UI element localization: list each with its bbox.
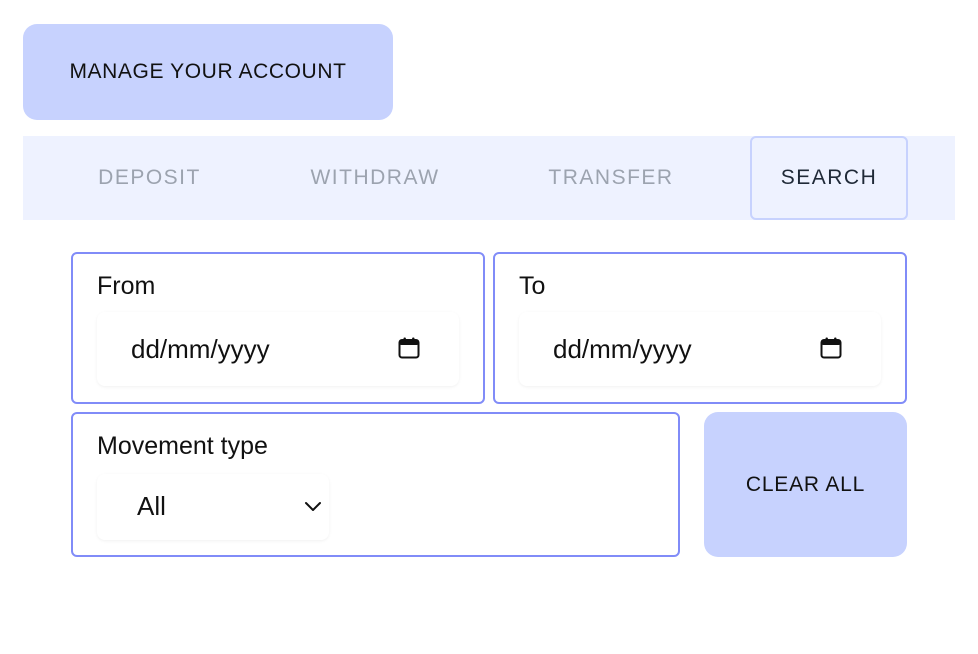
chevron-down-icon [305, 502, 321, 511]
movement-type-group: Movement type All [71, 412, 680, 557]
tab-withdraw[interactable]: WITHDRAW [276, 136, 474, 220]
movement-type-label: Movement type [97, 432, 268, 460]
movement-type-value: All [137, 491, 166, 521]
clear-all-button[interactable]: CLEAR ALL [704, 412, 907, 557]
manage-account-button[interactable]: MANAGE YOUR ACCOUNT [23, 24, 393, 120]
calendar-icon[interactable] [397, 336, 421, 360]
from-date-input[interactable]: dd/mm/yyyy [97, 312, 459, 386]
calendar-icon[interactable] [819, 336, 843, 360]
tab-search[interactable]: SEARCH [750, 136, 908, 220]
tab-bar: DEPOSIT WITHDRAW TRANSFER SEARCH [23, 136, 955, 220]
tab-transfer[interactable]: TRANSFER [493, 136, 729, 220]
to-date-placeholder: dd/mm/yyyy [553, 334, 692, 364]
to-date-label: To [519, 272, 546, 300]
from-date-placeholder: dd/mm/yyyy [131, 334, 270, 364]
to-date-group: To dd/mm/yyyy [493, 252, 907, 404]
to-date-input[interactable]: dd/mm/yyyy [519, 312, 881, 386]
movement-type-select[interactable]: All [97, 474, 329, 540]
from-date-label: From [97, 272, 156, 300]
from-date-group: From dd/mm/yyyy [71, 252, 485, 404]
tab-deposit[interactable]: DEPOSIT [23, 136, 276, 220]
